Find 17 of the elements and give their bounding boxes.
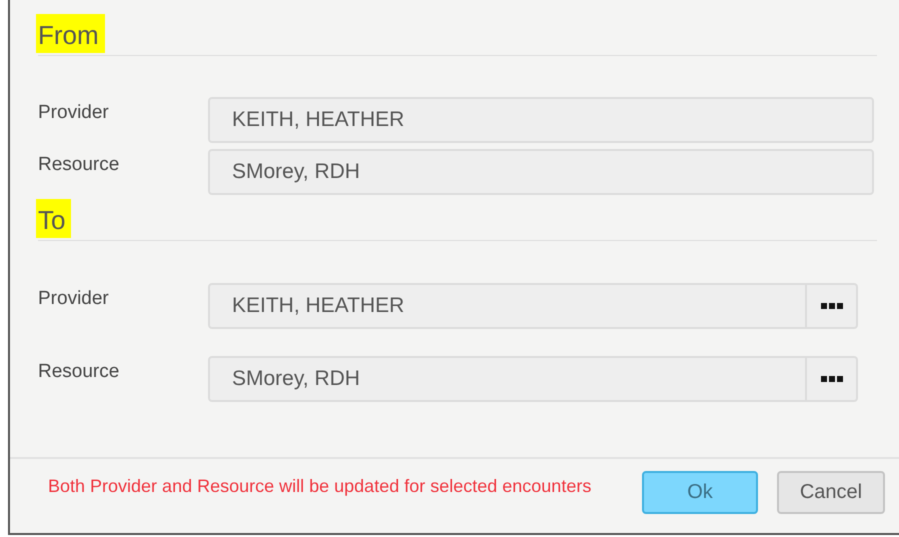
ok-button[interactable]: Ok: [642, 471, 758, 514]
browse-button[interactable]: [807, 356, 858, 402]
field-label: Resource: [38, 361, 120, 383]
ellipsis-icon: [820, 303, 842, 309]
section-heading: To: [36, 199, 72, 238]
text-field[interactable]: SMorey, RDH: [208, 149, 874, 195]
text-field[interactable]: SMorey, RDH: [208, 356, 807, 402]
browse-button[interactable]: [807, 283, 858, 329]
field-label: Provider: [38, 102, 110, 124]
text-field[interactable]: KEITH, HEATHER: [208, 283, 807, 329]
field-label: Resource: [38, 154, 120, 176]
cancel-button[interactable]: Cancel: [777, 471, 885, 514]
warning-message: Both Provider and Resource will be updated for selected encounters: [48, 475, 592, 498]
field-label: Provider: [38, 288, 110, 310]
ellipsis-icon: [820, 376, 842, 382]
section-heading: From: [36, 14, 105, 53]
text-field[interactable]: KEITH, HEATHER: [208, 97, 874, 143]
